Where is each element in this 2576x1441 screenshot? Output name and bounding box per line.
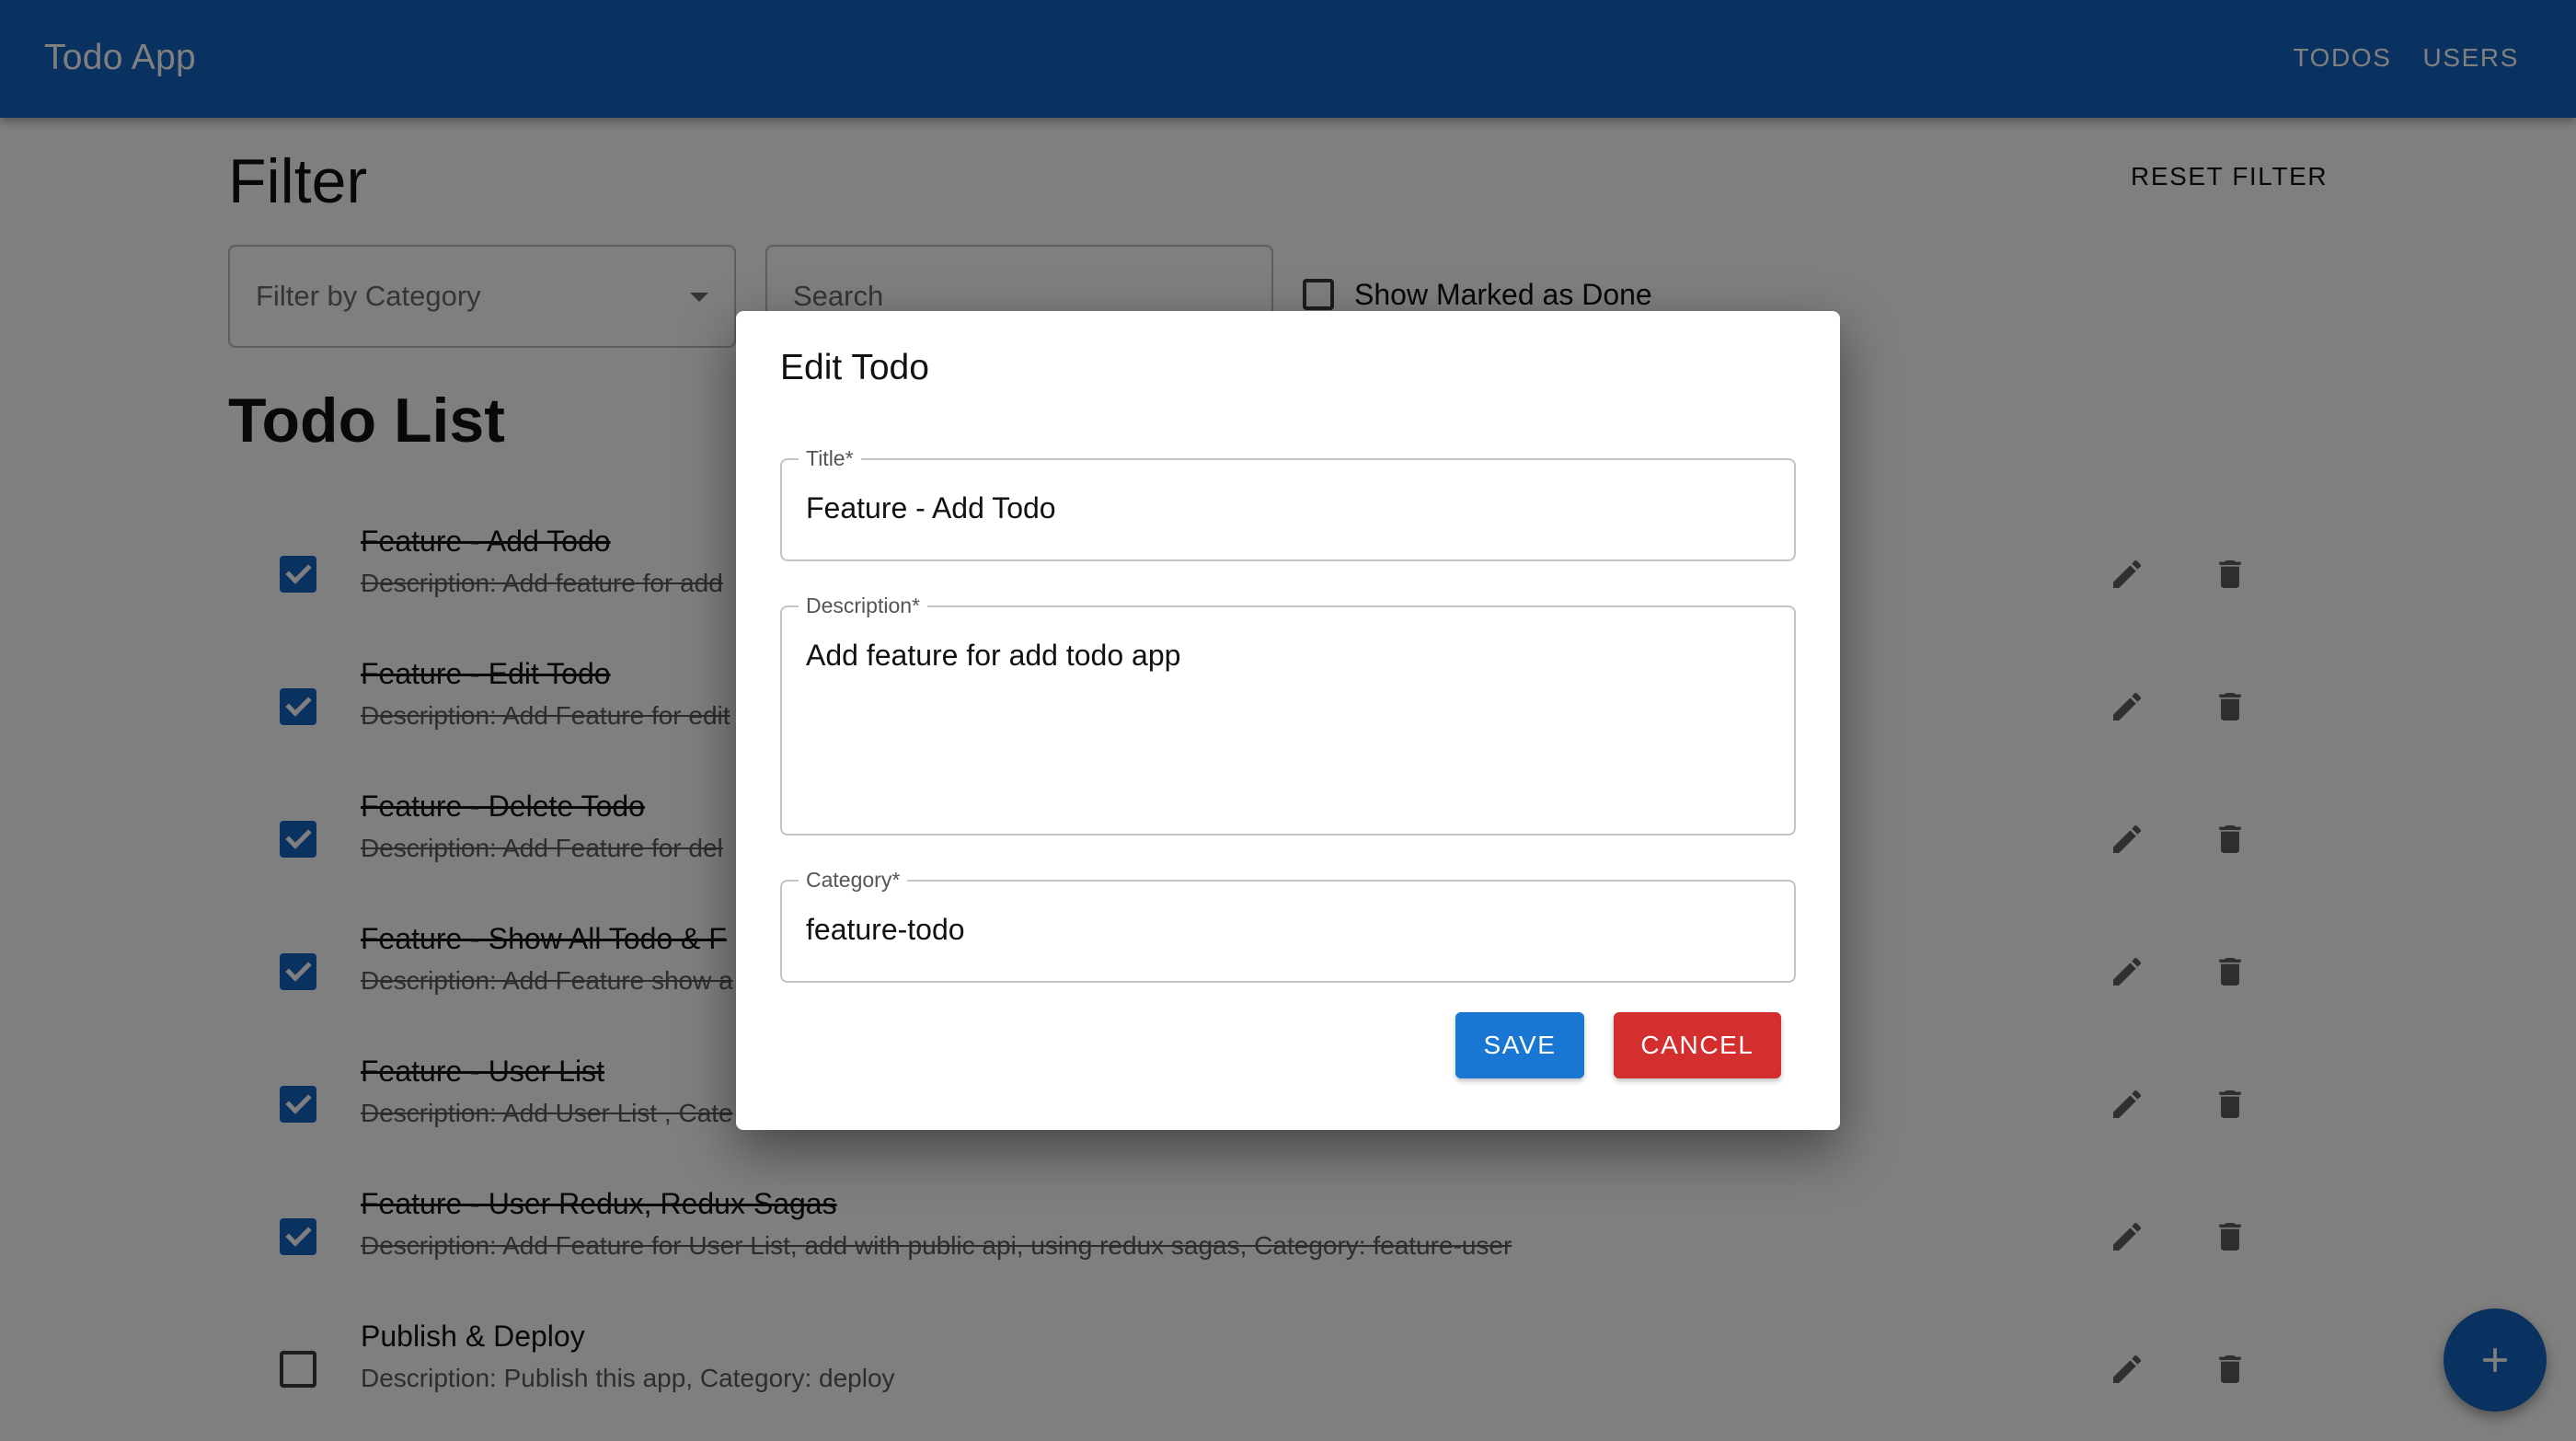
category-field-value: feature-todo [806, 913, 965, 946]
title-field-value: Feature - Add Todo [806, 491, 1056, 525]
cancel-button[interactable]: CANCEL [1614, 1012, 1781, 1078]
description-field-label: Description* [799, 592, 927, 619]
title-field-label: Title* [799, 444, 861, 472]
category-field-label: Category* [799, 866, 908, 893]
category-field[interactable]: Category* feature-todo [780, 866, 1796, 983]
description-field[interactable]: Description* Add feature for add todo ap… [780, 592, 1796, 836]
edit-todo-dialog: Edit Todo Title* Feature - Add Todo Desc… [736, 311, 1840, 1130]
save-button[interactable]: SAVE [1455, 1012, 1584, 1078]
page: Todo App TODOS USERS Filter RESET FILTER… [0, 0, 2576, 1441]
description-field-value: Add feature for add todo app [806, 639, 1181, 672]
dialog-title: Edit Todo [780, 348, 929, 387]
title-field[interactable]: Title* Feature - Add Todo [780, 444, 1796, 561]
